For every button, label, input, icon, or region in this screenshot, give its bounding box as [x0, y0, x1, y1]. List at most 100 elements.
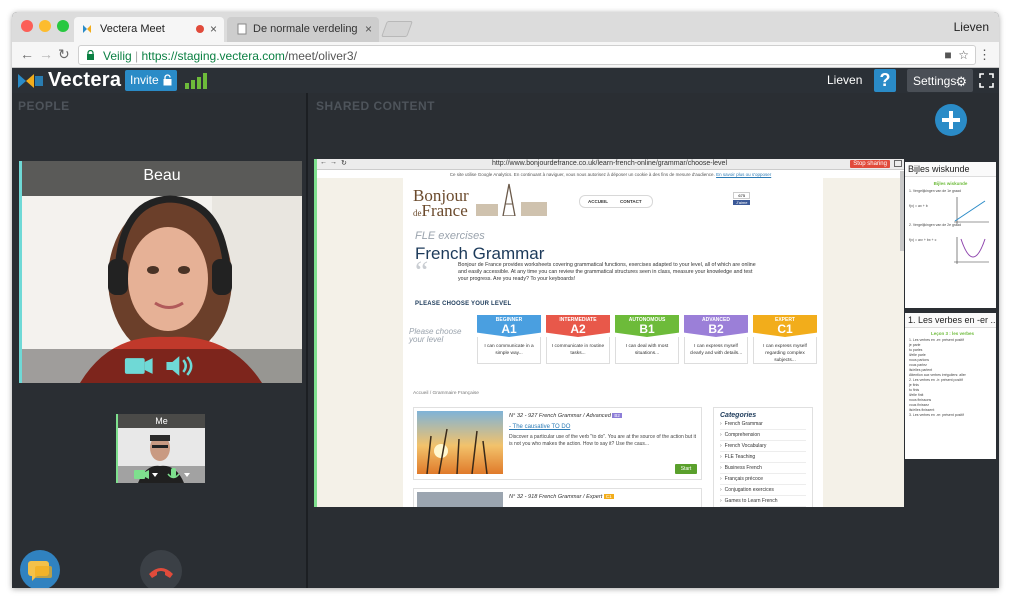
category-item[interactable]: Comprehension: [720, 430, 806, 441]
cookie-link[interactable]: En savoir plus ou s'opposer: [716, 172, 771, 177]
maximize-window-button[interactable]: [57, 20, 69, 32]
secure-lock-icon: [87, 50, 94, 60]
categories-title: Categories: [720, 412, 757, 419]
choose-level-side: Please choose your level: [409, 327, 462, 344]
breadcrumb-current: Grammaire Française: [432, 391, 479, 396]
quote-mark-icon: “: [415, 255, 429, 288]
plus-icon: [942, 111, 960, 129]
shared-reload-icon[interactable]: ↻: [341, 159, 347, 167]
chat-bubble-icon: [28, 561, 52, 581]
slide-body: Leçon 3 : les verbes 1. Les verbes en -e…: [905, 328, 996, 418]
secure-label: Veilig: [103, 49, 132, 63]
shared-browser-frame[interactable]: ← → ↻ http://www.bonjourdefrance.co.uk/l…: [314, 159, 904, 507]
add-content-button[interactable]: [935, 104, 967, 136]
forward-arrow-icon[interactable]: →: [39, 46, 53, 62]
shared-forward-arrow-icon[interactable]: →: [330, 159, 337, 166]
reload-icon[interactable]: ↻: [58, 46, 70, 63]
participant-video-tile[interactable]: Beau: [19, 161, 302, 383]
category-item[interactable]: Conjugation exercices: [720, 485, 806, 496]
bookmark-star-icon[interactable]: ☆: [958, 48, 969, 62]
tab-vectera-meet[interactable]: Vectera Meet ×: [74, 17, 224, 42]
start-button[interactable]: Start: [675, 464, 697, 474]
close-window-button[interactable]: [21, 20, 33, 32]
tab-label: De normale verdeling | Wiskun: [253, 23, 358, 35]
browser-menu-icon[interactable]: ⋮: [978, 47, 991, 63]
exercise-card[interactable]: N° 32 - 918 French Grammar / Expert C1: [413, 488, 702, 507]
window-toggle-icon[interactable]: [894, 160, 902, 167]
stop-sharing-button[interactable]: Stop sharing: [850, 160, 890, 168]
cookie-text: Ce site utilise Google Analytics. En con…: [449, 172, 715, 177]
level-description: I can deal with most situations...: [615, 337, 679, 364]
shared-url[interactable]: http://www.bonjourdefrance.co.uk/learn-f…: [492, 160, 727, 167]
app-header: Vectera Invite Lieven ? Settings ⚙: [12, 68, 999, 93]
breadcrumb: Accueil / Grammaire Française: [413, 391, 479, 396]
slide-line: 1. Vergelijkingen van de 1e graad: [909, 189, 961, 193]
close-tab-icon[interactable]: ×: [365, 22, 372, 36]
invite-button[interactable]: Invite: [125, 70, 177, 91]
omnibox-icons: ■ ☆: [944, 48, 969, 62]
level-a1-card[interactable]: BEGINNER A1 I can communicate in a simple…: [477, 315, 541, 364]
camera-permission-icon[interactable]: ■: [944, 48, 951, 62]
choose-level-heading: PLEASE CHOOSE YOUR LEVEL: [415, 301, 512, 307]
url-input[interactable]: Veilig | https://staging.vectera.com/mee…: [78, 45, 976, 65]
categories-panel: Categories French Grammar Comprehension …: [713, 407, 813, 507]
participant-media-controls: [124, 356, 193, 376]
exercise-card[interactable]: N° 32 - 927 French Grammar / Advanced B2…: [413, 407, 702, 480]
shared-content-panel: SHARED CONTENT ← → ↻ http://www.bonjourd…: [310, 93, 999, 588]
chat-button[interactable]: [20, 550, 60, 588]
vectera-favicon-icon: [83, 25, 91, 33]
level-code: C1: [777, 322, 793, 336]
self-name: Me: [155, 416, 168, 426]
level-b2-card[interactable]: ADVANCED B2 I can express myself clearly …: [684, 315, 748, 364]
back-arrow-icon[interactable]: ←: [20, 46, 34, 62]
facebook-like[interactable]: 675 J'aime: [733, 192, 751, 205]
url-host: https://staging.vectera.com: [141, 49, 285, 63]
padlock-icon: [163, 74, 172, 86]
shared-scrollbar[interactable]: [900, 171, 904, 251]
level-b1-card[interactable]: AUTONOMOUS B1 I can deal with most situat…: [615, 315, 679, 364]
hang-up-button[interactable]: [140, 550, 182, 588]
slide-thumbnail[interactable]: Bijles wiskunde Bijles wiskunde 1. Verge…: [905, 162, 996, 308]
category-item[interactable]: French Grammar: [720, 419, 806, 430]
slide-heading: Bijles wiskunde: [933, 181, 968, 186]
minimize-window-button[interactable]: [39, 20, 51, 32]
category-item[interactable]: Français précoce: [720, 474, 806, 485]
level-description: I can communicate in a simple way...: [477, 337, 541, 364]
nav-contact-link[interactable]: CONTACT: [620, 199, 642, 204]
nav-home-link[interactable]: ACCUEIL: [588, 199, 608, 204]
breadcrumb-home[interactable]: Accueil: [413, 391, 428, 396]
like-count: 675: [733, 192, 751, 199]
level-c1-card[interactable]: EXPERT C1 I can express myself regarding …: [753, 315, 817, 364]
new-tab-button[interactable]: [381, 21, 413, 37]
level-badge: C1: [603, 494, 614, 499]
exercise-meta-text: N° 32 - 927 French Grammar / Advanced: [509, 413, 611, 419]
tab-label: Vectera Meet: [100, 23, 165, 35]
level-a2-card[interactable]: INTERMEDIATE A2 I communicate in routine …: [546, 315, 610, 364]
website-nav: ACCUEIL CONTACT: [579, 195, 653, 208]
invite-label: Invite: [130, 73, 159, 87]
browser-window: Vectera Meet × De normale verdeling | Wi…: [12, 12, 999, 588]
category-item[interactable]: French Vocabulary: [720, 441, 806, 452]
shared-back-arrow-icon[interactable]: ←: [320, 159, 327, 166]
phone-hang-up-icon: [149, 568, 173, 578]
help-button[interactable]: ?: [874, 69, 896, 92]
self-video-tile[interactable]: Me: [116, 414, 205, 483]
people-title: PEOPLE: [18, 99, 70, 113]
category-item[interactable]: Business French: [720, 463, 806, 474]
category-item[interactable]: FLE Teaching: [720, 452, 806, 463]
logo-line-2: France: [421, 201, 468, 220]
fullscreen-icon[interactable]: [979, 73, 994, 88]
profile-name[interactable]: Lieven: [954, 20, 989, 34]
participant-name: Beau: [143, 167, 181, 184]
exercise-meta-text: N° 32 - 918 French Grammar / Expert: [509, 494, 603, 500]
slide-thumbnail[interactable]: 1. Les verbes en -er ... Leçon 3 : les v…: [905, 313, 996, 459]
category-item[interactable]: Games to Learn French: [720, 496, 806, 507]
settings-button[interactable]: Settings ⚙: [907, 69, 973, 92]
settings-label: Settings: [913, 74, 957, 88]
exercise-title[interactable]: - The causative TO DO: [509, 424, 570, 430]
tab-normale-verdeling[interactable]: De normale verdeling | Wiskun ×: [227, 17, 379, 42]
close-tab-icon[interactable]: ×: [210, 22, 217, 36]
intro-text: Bonjour de France provides worksheets co…: [458, 262, 756, 282]
current-user-name[interactable]: Lieven: [827, 73, 862, 87]
address-bar: ← → ↻ Veilig | https://staging.vectera.c…: [12, 42, 999, 68]
